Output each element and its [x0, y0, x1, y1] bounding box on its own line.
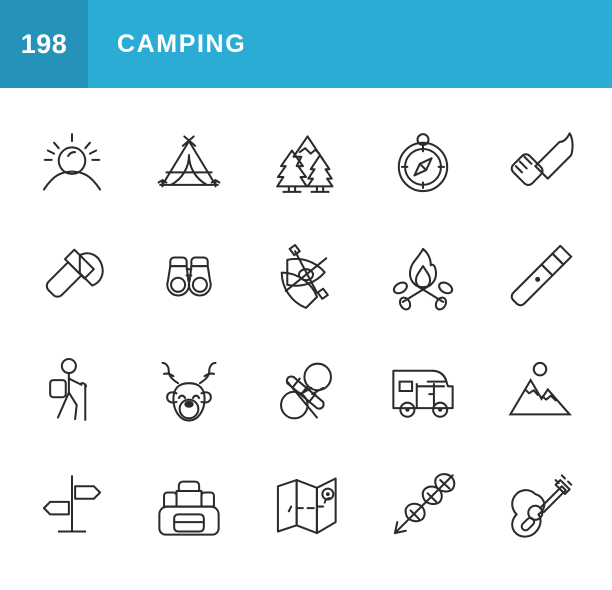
icon-cell: [248, 220, 365, 334]
backpack-icon: [150, 466, 228, 544]
mountains-icon: [501, 352, 579, 430]
compass-icon: [384, 124, 462, 202]
header-bar: 198 CAMPING: [0, 0, 612, 88]
signpost-icon: [33, 466, 111, 544]
icon-grid: [0, 88, 612, 590]
icon-sheet-page: 198 CAMPING: [0, 0, 612, 590]
binoculars-icon: [150, 238, 228, 316]
icon-cell: [364, 448, 481, 562]
icon-cell: [131, 334, 248, 448]
axe-icon: [33, 238, 111, 316]
icon-cell: [14, 220, 131, 334]
icon-cell: [364, 334, 481, 448]
icon-cell: [364, 220, 481, 334]
sunrise-icon: [33, 124, 111, 202]
icon-cell: [481, 448, 598, 562]
rope-icon: [267, 352, 345, 430]
hiker-icon: [33, 352, 111, 430]
camper-van-icon: [384, 352, 462, 430]
icon-cell: [248, 106, 365, 220]
header-count-block: 198: [0, 0, 88, 88]
icon-cell: [481, 334, 598, 448]
header-count-text: 198: [20, 28, 68, 59]
tent-icon: [150, 124, 228, 202]
knife-icon: [501, 124, 579, 202]
icon-cell: [14, 448, 131, 562]
icon-cell: [131, 448, 248, 562]
icon-cell: [131, 106, 248, 220]
marshmallow-skewer-icon: [384, 466, 462, 544]
forest-icon: [267, 124, 345, 202]
guitar-icon: [501, 466, 579, 544]
icon-cell: [248, 448, 365, 562]
icon-cell: [481, 106, 598, 220]
icon-cell: [481, 220, 598, 334]
header-title-text: CAMPING: [117, 29, 247, 58]
header-title-block: CAMPING: [88, 0, 612, 88]
icon-cell: [248, 334, 365, 448]
kayak-icon: [267, 238, 345, 316]
campfire-icon: [384, 238, 462, 316]
icon-cell: [131, 220, 248, 334]
icon-cell: [14, 106, 131, 220]
icon-cell: [364, 106, 481, 220]
icon-cell: [14, 334, 131, 448]
map-icon: [267, 466, 345, 544]
flashlight-icon: [501, 238, 579, 316]
deer-icon: [150, 352, 228, 430]
